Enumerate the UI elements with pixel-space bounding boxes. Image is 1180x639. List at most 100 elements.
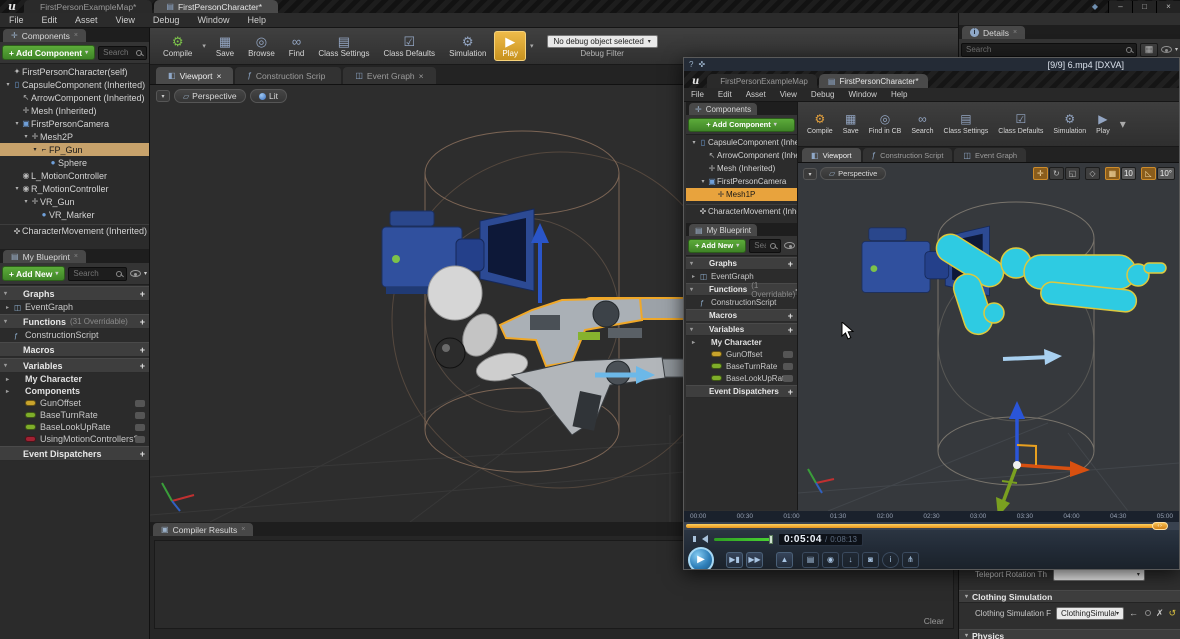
blueprint-row[interactable]: ▾ Functions (1 Overridable) + [686, 283, 797, 296]
add-icon[interactable]: + [788, 311, 793, 321]
component-tree-item[interactable]: ✦ FirstPersonCharacter(self) [0, 65, 149, 78]
class-defaults-button[interactable]: ☑ Class Defaults [993, 104, 1048, 144]
close-icon[interactable]: × [216, 71, 221, 81]
add-component-button[interactable]: + Add Component ▾ [688, 118, 795, 132]
info-button[interactable]: i [882, 552, 899, 568]
search-button[interactable]: ∞ Search [906, 104, 938, 144]
video-player-window[interactable]: ? ✜ [9/9] 6.mp4 [DXVA] u FirstPersonExam… [683, 57, 1180, 570]
blueprint-row[interactable]: ▸ My Character [686, 336, 797, 348]
clothing-simulation-select[interactable]: ClothingSimulationFa ▾ [1056, 607, 1124, 620]
perspective-button[interactable]: ▱ Perspective [174, 89, 246, 103]
play-button[interactable]: ▶ Play [1091, 104, 1115, 144]
expander-icon[interactable]: ▾ [690, 260, 698, 267]
expander-icon[interactable]: ▸ [6, 304, 14, 311]
menu-item[interactable]: Debug [144, 15, 189, 25]
my-blueprint-search[interactable] [749, 239, 781, 253]
expander-icon[interactable]: ▾ [4, 81, 12, 88]
expander-icon[interactable]: ▸ [692, 273, 700, 280]
tab-event-graph[interactable]: ◫ Event Graph [954, 148, 1026, 162]
camera-button[interactable]: ◙ [862, 552, 879, 568]
video-blueprint-viewport[interactable]: ▾ ▱ Perspective ✛↻◱◇▦10◺10° [798, 163, 1179, 511]
expander-icon[interactable]: ▸ [6, 376, 14, 383]
my-blueprint-tab[interactable]: ▤ My Blueprint × [3, 250, 86, 263]
tab-construction-script[interactable]: ƒ Construction Script [863, 148, 953, 162]
save-button[interactable]: ▦ Save [838, 104, 864, 144]
debug-object-select[interactable]: No debug object selected ▾ [547, 35, 658, 48]
blueprint-row[interactable]: ▾ Graphs + [0, 286, 149, 301]
close-icon[interactable]: × [74, 32, 78, 39]
perspective-button[interactable]: ▱ Perspective [820, 167, 886, 180]
play-button[interactable]: ▶ Play [494, 31, 526, 61]
expander-icon[interactable]: ▾ [699, 178, 707, 185]
frame-step-button[interactable]: ▶▮ [726, 552, 743, 568]
components-search[interactable] [98, 46, 147, 60]
blueprint-row[interactable]: BaseLookUpRate [0, 421, 149, 433]
viewport-options-button[interactable]: ▾ [156, 90, 170, 102]
surface-snap-toggle[interactable]: ◇ [1085, 167, 1100, 180]
scale-tool[interactable]: ◱ [1065, 167, 1080, 180]
expander-icon[interactable]: ▾ [31, 146, 39, 153]
blueprint-row[interactable]: ▸ ◫ EventGraph [0, 301, 149, 313]
close-icon[interactable]: × [1013, 29, 1017, 36]
add-icon[interactable]: + [140, 317, 145, 327]
lit-mode-button[interactable]: Lit [250, 89, 287, 103]
component-tree-item[interactable]: ✜ CharacterMovement (Inherited) [0, 224, 149, 237]
physics-header[interactable]: ▾ Physics [959, 629, 1180, 639]
expander-icon[interactable]: ▾ [22, 133, 30, 140]
browse-button[interactable]: ◎ Browse [241, 29, 282, 63]
my-blueprint-search[interactable] [68, 267, 127, 281]
chapters-button[interactable]: ⋔ [902, 552, 919, 568]
clear-icon[interactable]: ✗ [1156, 608, 1164, 619]
reset-icon[interactable]: ↺ [1169, 608, 1177, 619]
component-tree-item[interactable]: ▾ ▣ FirstPersonCamera [0, 117, 149, 130]
menu-item[interactable]: Asset [739, 90, 773, 99]
blueprint-row[interactable]: ▾ Graphs + [686, 257, 797, 270]
expander-icon[interactable]: ▾ [4, 362, 12, 369]
component-tree-item[interactable]: ✛ Mesh1P [686, 188, 797, 201]
fast-forward-button[interactable]: ▶▶ [746, 552, 763, 568]
seek-handle[interactable]: ‹› [1152, 522, 1168, 530]
expander-icon[interactable]: ▾ [690, 286, 698, 293]
menu-item[interactable]: File [0, 15, 33, 25]
fp-gun-mesh-selected[interactable] [500, 298, 710, 366]
add-icon[interactable]: + [140, 449, 145, 459]
blueprint-row[interactable]: ▾ Variables + [686, 323, 797, 336]
find-button[interactable]: ∞ Find [282, 29, 312, 63]
compiler-results-tab[interactable]: ▣ Compiler Results × [153, 523, 253, 536]
menu-item[interactable]: Help [238, 15, 275, 25]
add-component-button[interactable]: + Add Component ▾ [2, 45, 95, 60]
menu-item[interactable]: Asset [66, 15, 107, 25]
component-tree-item[interactable]: ▾ ▯ CapsuleComponent (Inhe [686, 136, 797, 149]
menu-item[interactable]: View [107, 15, 144, 25]
rotate-tool[interactable]: ↻ [1049, 167, 1064, 180]
help-icon[interactable]: ? [684, 60, 698, 69]
blueprint-row[interactable]: ƒ ConstructionScript [0, 329, 149, 341]
component-tree-item[interactable]: ▾ ✛ VR_Gun [0, 195, 149, 208]
tab-first-person-character[interactable]: ▤ FirstPersonCharacter* [819, 74, 928, 88]
expander-icon[interactable]: ▾ [13, 120, 21, 127]
close-icon[interactable]: × [419, 71, 424, 81]
expander-icon[interactable]: ▸ [692, 339, 700, 346]
play-button[interactable]: ▶ [688, 547, 714, 571]
component-tree-item[interactable]: ▾ ◉ R_MotionController [0, 182, 149, 195]
add-new-button[interactable]: + Add New ▾ [2, 266, 65, 281]
pin-icon[interactable]: ✜ [698, 60, 705, 69]
compile-options-caret[interactable]: ▾ [199, 29, 209, 63]
expander-icon[interactable]: ▾ [690, 139, 698, 146]
blueprint-row[interactable]: UsingMotionControllers? [0, 433, 149, 445]
menu-item[interactable]: Window [841, 90, 883, 99]
clear-button[interactable]: Clear [924, 616, 944, 626]
add-icon[interactable]: + [140, 361, 145, 371]
record-button[interactable]: ◉ [822, 552, 839, 568]
play-options-caret[interactable]: ▾ [527, 29, 537, 63]
add-new-button[interactable]: + Add New ▾ [688, 239, 746, 253]
play-options-caret[interactable]: ▾ [1115, 104, 1131, 144]
close-icon[interactable]: × [74, 253, 78, 260]
rotation-snap-toggle[interactable]: ◺ [1141, 167, 1156, 180]
details-search[interactable] [961, 43, 1137, 57]
timeline-ruler[interactable]: 00:0000:3001:0001:3002:0002:3003:0003:30… [684, 511, 1179, 522]
blueprint-row[interactable]: ▾ Functions (31 Overridable) + [0, 314, 149, 329]
expander-icon[interactable]: ▾ [22, 198, 30, 205]
viewport-options-button[interactable]: ▾ [803, 168, 817, 180]
menu-item[interactable]: File [684, 90, 711, 99]
